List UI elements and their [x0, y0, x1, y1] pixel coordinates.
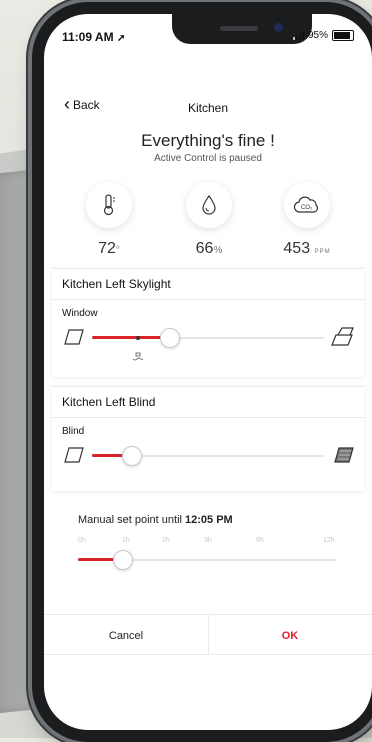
- manual-time: 12:05 PM: [185, 514, 233, 526]
- ok-button[interactable]: OK: [208, 630, 372, 642]
- manual-setpoint-label: Manual set point until 12:05 PM: [78, 514, 233, 526]
- window-marker-dot: [136, 336, 141, 340]
- lock-icon: [133, 349, 144, 367]
- control-label: Blind: [62, 426, 85, 437]
- temperature-sensor: 72°: [78, 182, 140, 258]
- tick-label: 1h: [122, 537, 130, 544]
- actions-bottom-divider: [44, 654, 372, 655]
- window-slider-fill: [92, 336, 169, 339]
- svg-text:CO₂: CO₂: [301, 205, 313, 211]
- tick-label: 6h: [256, 537, 264, 544]
- tick-label: 12h: [323, 537, 335, 544]
- signal-icon: [292, 31, 304, 40]
- humidity-sensor: 66%: [178, 182, 240, 258]
- co2-cloud-icon: CO₂: [284, 182, 330, 228]
- device-title: Kitchen Left Skylight: [52, 269, 364, 300]
- humidity-drop-icon: [186, 182, 232, 228]
- co2-sensor: CO₂ 453 PPM: [272, 182, 342, 258]
- front-camera: [274, 23, 283, 32]
- window-slider-handle[interactable]: [159, 328, 180, 348]
- battery-percent: 95%: [307, 30, 328, 41]
- notch: [172, 14, 312, 44]
- blind-slider-handle[interactable]: [122, 446, 143, 466]
- speaker-grille: [220, 26, 258, 31]
- page-title: Kitchen: [187, 101, 229, 115]
- device-card-blind: Kitchen Left Blind Blind: [52, 386, 364, 491]
- status-subline: Active Control is paused: [154, 153, 262, 164]
- window-closed-icon: [64, 329, 84, 350]
- location-arrow-icon: ➚: [116, 33, 126, 44]
- co2-unit: PPM: [314, 249, 331, 255]
- humidity-value: 66: [195, 240, 214, 257]
- control-label: Window: [62, 308, 98, 319]
- temperature-unit: °: [115, 245, 120, 256]
- status-time: 11:09 AM ➚: [62, 30, 125, 44]
- blind-open-icon: [64, 447, 84, 468]
- battery-icon: [332, 30, 354, 41]
- humidity-unit: %: [213, 245, 223, 256]
- co2-value: 453: [283, 240, 311, 257]
- tick-label: 3h: [204, 537, 212, 544]
- manual-prefix: Manual set point until: [78, 514, 182, 526]
- tick-label: 2h: [162, 537, 170, 544]
- manual-slider-handle[interactable]: [112, 550, 133, 570]
- device-card-skylight: Kitchen Left Skylight Window: [52, 268, 364, 377]
- cancel-button[interactable]: Cancel: [44, 630, 208, 642]
- window-open-icon: [330, 327, 354, 352]
- phone-screen: 11:09 AM ➚ 95% ‹ Back Kitchen Everything…: [44, 14, 372, 730]
- tick-label: 0h: [78, 537, 86, 544]
- device-title: Kitchen Left Blind: [52, 387, 364, 418]
- thermometer-icon: [86, 182, 132, 228]
- temperature-value: 72: [98, 240, 116, 257]
- status-right: 95%: [292, 30, 354, 41]
- status-time-text: 11:09 AM: [62, 30, 114, 44]
- blind-closed-icon: [334, 447, 354, 468]
- status-headline: Everything's fine !: [141, 131, 275, 150]
